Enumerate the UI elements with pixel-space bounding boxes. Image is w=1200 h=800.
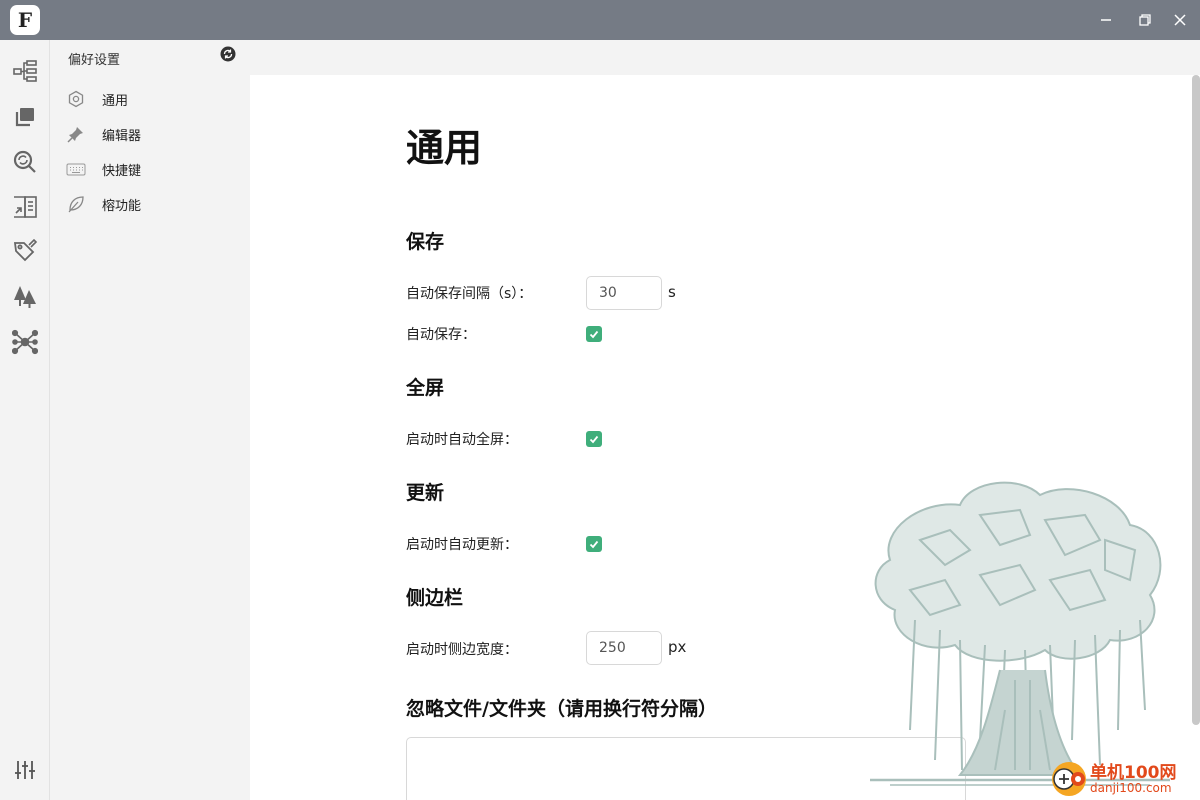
watermark-logo — [1050, 758, 1088, 798]
auto-fullscreen-label: 启动时自动全屏： — [406, 432, 518, 448]
auto-save-interval-label: 自动保存间隔（s）： — [406, 286, 533, 302]
auto-update-label: 启动时自动更新： — [406, 537, 518, 553]
minimize-button[interactable] — [1094, 8, 1118, 32]
app-logo: F — [10, 5, 40, 35]
sidebar-item-general[interactable]: 通用 — [64, 86, 244, 112]
sidebar-item-editor[interactable]: 编辑器 — [64, 121, 244, 147]
sidebar-width-input[interactable] — [586, 631, 662, 665]
tag-edit-icon[interactable] — [11, 238, 39, 266]
forest-icon[interactable] — [11, 283, 39, 311]
main-header-strip — [250, 40, 1200, 75]
sidebar-item-label: 通用 — [102, 93, 129, 109]
page-title: 通用 — [406, 126, 483, 170]
checkmark-icon — [589, 435, 599, 444]
outline-tree-icon[interactable] — [11, 58, 39, 86]
section-heading-ignore: 忽略文件/文件夹（请用换行符分隔） — [406, 698, 717, 720]
section-heading-sidebar: 侧边栏 — [406, 587, 464, 609]
minimize-icon — [1101, 19, 1111, 21]
auto-save-label: 自动保存： — [406, 327, 476, 343]
content-scrollbar[interactable] — [1192, 75, 1200, 725]
settings-sliders-icon[interactable] — [11, 756, 39, 784]
activity-bar — [0, 40, 50, 800]
section-heading-save: 保存 — [406, 231, 445, 253]
sidebar-title: 偏好设置 — [68, 53, 121, 68]
watermark: 单机100网 danji100.com — [1050, 758, 1200, 800]
graph-network-icon[interactable] — [11, 328, 39, 356]
app-logo-letter: F — [17, 8, 33, 32]
settings-content: 通用 保存 自动保存间隔（s）： s 自动保存： 全屏 启动时自动全屏： 更新 … — [250, 75, 1200, 800]
checkmark-icon — [589, 540, 599, 549]
title-bar: F — [0, 0, 1200, 40]
keyboard-icon — [64, 159, 88, 179]
reading-list-icon[interactable] — [11, 193, 39, 221]
pin-icon — [64, 124, 88, 144]
close-icon — [1174, 14, 1186, 26]
section-heading-update: 更新 — [406, 482, 445, 504]
sidebar-width-unit: px — [668, 638, 687, 656]
sidebar-item-shortcuts[interactable]: 快捷键 — [64, 156, 244, 182]
search-refresh-icon[interactable] — [11, 148, 39, 176]
checkmark-icon — [589, 330, 599, 339]
auto-fullscreen-checkbox[interactable] — [586, 431, 602, 447]
sidebar-item-banyan-features[interactable]: 榕功能 — [64, 191, 244, 217]
auto-save-interval-unit: s — [668, 283, 676, 301]
files-icon[interactable] — [11, 103, 39, 131]
sidebar-item-label: 快捷键 — [102, 163, 142, 179]
sync-icon[interactable] — [220, 46, 236, 62]
sidebar-item-label: 编辑器 — [102, 128, 142, 144]
leaf-icon — [64, 194, 88, 214]
auto-update-checkbox[interactable] — [586, 536, 602, 552]
watermark-site-url: danji100.com — [1090, 781, 1172, 795]
sidebar-item-label: 榕功能 — [102, 198, 142, 214]
sidebar-width-label: 启动时侧边宽度： — [406, 642, 518, 658]
auto-save-interval-input[interactable] — [586, 276, 662, 310]
section-heading-fullscreen: 全屏 — [406, 377, 445, 399]
auto-save-checkbox[interactable] — [586, 326, 602, 342]
gear-hexagon-icon — [64, 89, 88, 109]
banyan-tree-illustration — [850, 470, 1180, 800]
restore-button[interactable] — [1133, 8, 1157, 32]
watermark-site-name: 单机100网 — [1090, 763, 1177, 783]
restore-icon — [1139, 14, 1151, 26]
close-button[interactable] — [1168, 8, 1192, 32]
settings-sidebar: 偏好设置 通用 编辑器 快捷键 榕功能 — [50, 40, 250, 800]
